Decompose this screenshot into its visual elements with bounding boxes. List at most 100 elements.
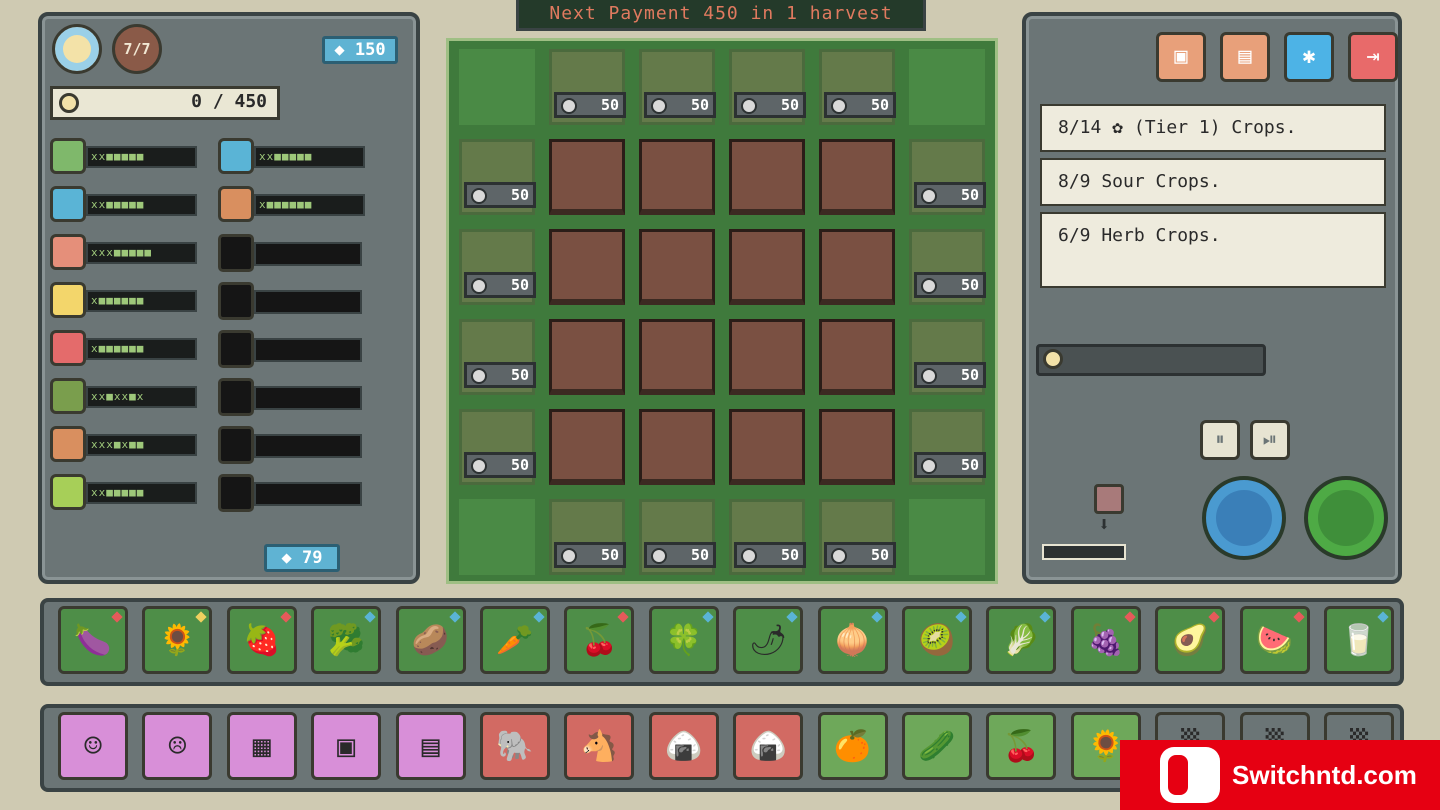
potato-card[interactable]: 🥔 xyxy=(395,606,466,674)
strawberry-icon: 🍓 xyxy=(243,622,281,658)
notes-button[interactable]: ▤ xyxy=(1220,32,1270,82)
plot-price-value: 50 xyxy=(870,546,889,564)
grid-note-card[interactable]: ▦ xyxy=(226,712,297,780)
moon-icon xyxy=(50,426,86,462)
cherries-card[interactable]: 🍒 xyxy=(564,606,635,674)
clover-icon: 🍀 xyxy=(665,622,703,658)
harvest-button[interactable] xyxy=(1304,476,1388,560)
rarity-gem-icon xyxy=(955,611,967,623)
day-counter: 7/7 xyxy=(112,24,162,74)
stat-bar: xxx■■■■■ xyxy=(86,242,197,264)
sun-icon xyxy=(52,24,102,74)
avocado-card[interactable]: 🥑 xyxy=(1155,606,1226,674)
plot-price: 50 xyxy=(554,542,626,568)
soil-plot[interactable] xyxy=(549,139,625,215)
chili-card[interactable]: 🌶 xyxy=(733,606,804,674)
fly-swatter-icon[interactable] xyxy=(1094,484,1124,514)
elephant-icon: 🐘 xyxy=(496,728,534,764)
eggplant-card[interactable]: 🍆 xyxy=(58,606,128,674)
money-progress-text: 0 / 450 xyxy=(191,91,267,112)
onigiri-card[interactable]: 🍙 xyxy=(648,712,719,780)
locked-plot[interactable]: 50 xyxy=(459,139,536,215)
soil-plot[interactable] xyxy=(549,319,625,395)
soil-plot[interactable] xyxy=(819,229,895,305)
soil-plot[interactable] xyxy=(819,139,895,215)
soil-plot[interactable] xyxy=(729,139,805,215)
rarity-gem-icon xyxy=(702,611,714,623)
soil-plot[interactable] xyxy=(639,229,715,305)
soil-plot[interactable] xyxy=(549,409,625,485)
watermelon-card[interactable]: 🍉 xyxy=(1239,606,1310,674)
locked-plot[interactable]: 50 xyxy=(549,499,626,575)
plot-price-value: 50 xyxy=(780,546,799,564)
drop-slot[interactable] xyxy=(1042,544,1126,560)
locked-plot[interactable]: 50 xyxy=(909,229,986,305)
play-button[interactable]: ⏯ xyxy=(1250,420,1290,460)
happy-note-icon: ☺ xyxy=(83,728,103,764)
locked-plot[interactable]: 50 xyxy=(819,49,896,125)
elephant-card[interactable]: 🐘 xyxy=(480,712,550,780)
horse-card[interactable]: 🐴 xyxy=(564,712,635,780)
pause-button[interactable]: ⏸ xyxy=(1200,420,1240,460)
pickle-card[interactable]: 🥒 xyxy=(902,712,972,780)
happy-note-card[interactable]: ☺ xyxy=(58,712,128,780)
broccoli-icon: 🥦 xyxy=(327,622,365,658)
soil-plot[interactable] xyxy=(549,229,625,305)
water-button[interactable] xyxy=(1202,476,1286,560)
soil-plot[interactable] xyxy=(819,319,895,395)
sunflower-card[interactable]: 🌻 xyxy=(142,606,213,674)
locked-plot[interactable]: 50 xyxy=(909,139,986,215)
soil-plot[interactable] xyxy=(729,319,805,395)
berry-note-card[interactable]: ▣ xyxy=(311,712,382,780)
settings-button[interactable]: ✱ xyxy=(1284,32,1334,82)
broccoli-card[interactable]: 🥦 xyxy=(311,606,382,674)
tag-icon: ◆ xyxy=(334,40,345,60)
locked-plot[interactable]: 50 xyxy=(639,49,716,125)
locked-plot[interactable]: 50 xyxy=(459,229,536,305)
locked-plot[interactable]: 50 xyxy=(819,499,896,575)
soil-plot[interactable] xyxy=(639,139,715,215)
orange-card[interactable]: 🍊 xyxy=(817,712,888,780)
leaf-icon xyxy=(50,138,86,174)
grapes-card[interactable]: 🍇 xyxy=(1070,606,1141,674)
onigiri-alt-card[interactable]: 🍙 xyxy=(733,712,804,780)
angry-face-icon xyxy=(50,330,86,366)
carrot-card[interactable]: 🥕 xyxy=(480,606,550,674)
color-note-card[interactable]: ▤ xyxy=(395,712,466,780)
soil-plot[interactable] xyxy=(639,319,715,395)
empty-stat-bar xyxy=(254,482,362,506)
kiwi-card[interactable]: 🥝 xyxy=(902,606,972,674)
down-arrow-icon: ⬇ xyxy=(1098,512,1111,536)
milk-icon: 🥛 xyxy=(1340,622,1378,658)
sad-note-card[interactable]: ☹ xyxy=(142,712,213,780)
soil-plot[interactable] xyxy=(729,409,805,485)
empty-stat-slot xyxy=(218,426,254,464)
seeds-icon xyxy=(50,378,86,414)
soil-plot[interactable] xyxy=(819,409,895,485)
celery-card[interactable]: 🥬 xyxy=(986,606,1057,674)
soil-plot[interactable] xyxy=(729,229,805,305)
coin-icon xyxy=(651,548,667,564)
locked-plot[interactable]: 50 xyxy=(909,319,986,395)
milk-card[interactable]: 🥛 xyxy=(1324,606,1394,674)
plot-price: 50 xyxy=(824,92,896,118)
clover-card[interactable]: 🍀 xyxy=(648,606,719,674)
soil-plot[interactable] xyxy=(639,409,715,485)
locked-plot[interactable]: 50 xyxy=(549,49,626,125)
save-button[interactable]: ▣ xyxy=(1156,32,1206,82)
locked-plot[interactable]: 50 xyxy=(639,499,716,575)
empty-tile xyxy=(909,499,985,575)
crop-card-row: 🍆 🌻 🍓 🥦 🥔 🥕 🍒 🍀 🌶 🧅 🥝 🥬 🍇 🥑 🍉 🥛 xyxy=(40,598,1404,686)
locked-plot[interactable]: 50 xyxy=(909,409,986,485)
locked-plot[interactable]: 50 xyxy=(729,499,806,575)
locked-plot[interactable]: 50 xyxy=(459,319,536,395)
stat-bar: xx■■■■■ xyxy=(254,146,365,168)
empty-tile xyxy=(909,49,985,125)
exit-button[interactable]: ⇥ xyxy=(1348,32,1398,82)
plot-price-value: 50 xyxy=(510,186,529,204)
strawberry-card[interactable]: 🍓 xyxy=(226,606,297,674)
locked-plot[interactable]: 50 xyxy=(459,409,536,485)
locked-plot[interactable]: 50 xyxy=(729,49,806,125)
cherries-card[interactable]: 🍒 xyxy=(986,712,1057,780)
turnip-card[interactable]: 🧅 xyxy=(817,606,888,674)
